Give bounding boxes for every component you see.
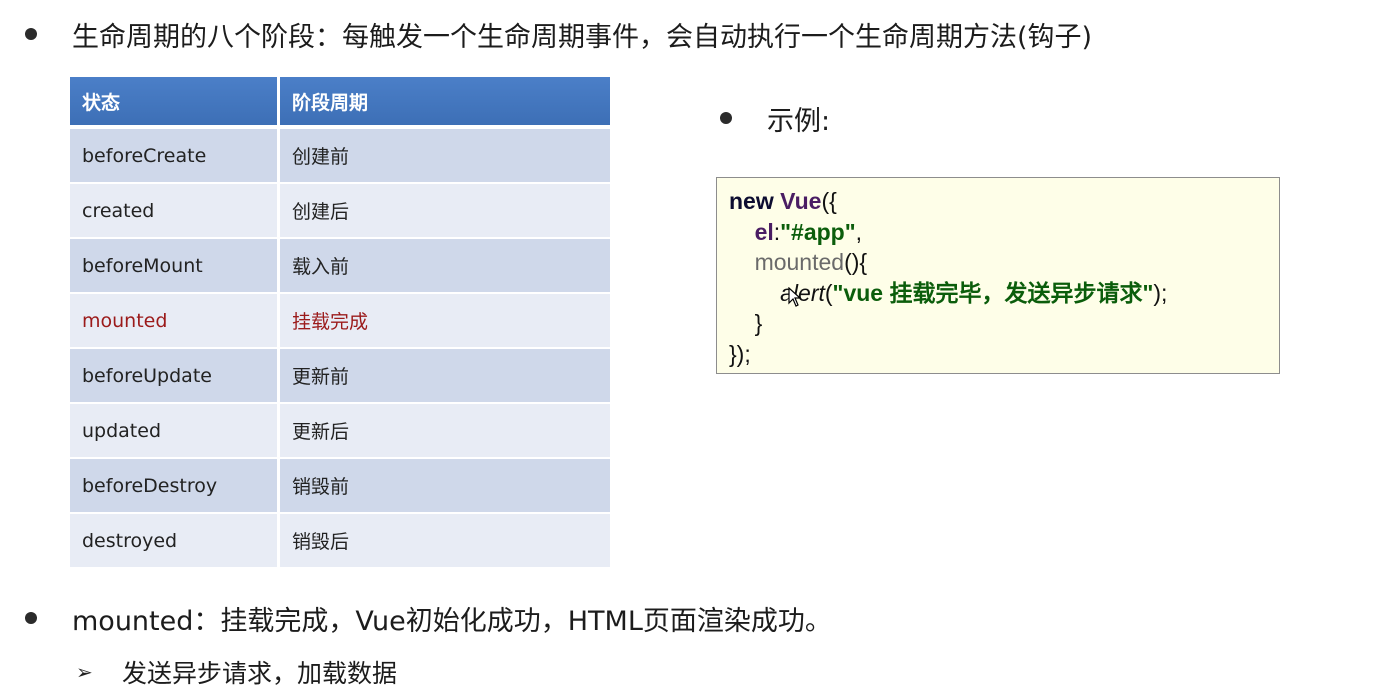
code-punct: (){ [844, 249, 868, 275]
phase-cell: 挂载完成 [280, 294, 610, 349]
mounted-bullet: mounted：挂载完成，Vue初始化成功，HTML页面渲染成功。 [25, 598, 832, 638]
table-row: beforeUpdate 更新前 [70, 349, 610, 404]
state-cell: beforeDestroy [70, 459, 280, 514]
state-cell: destroyed [70, 514, 280, 569]
state-cell: mounted [70, 294, 280, 349]
table-row: beforeCreate 创建前 [70, 129, 610, 184]
lifecycle-table: 状态 阶段周期 beforeCreate 创建前 created 创建后 bef… [70, 77, 610, 569]
code-line-6: }); [729, 339, 1267, 370]
code-punct: ( [824, 279, 833, 306]
bullet-dot-icon [25, 28, 37, 40]
phase-cell: 销毁前 [280, 459, 610, 514]
intro-text: 生命周期的八个阶段：每触发一个生命周期事件，会自动执行一个生命周期方法(钩子) [72, 21, 1093, 53]
phase-cell: 更新后 [280, 404, 610, 459]
table-row: destroyed 销毁后 [70, 514, 610, 569]
code-function: alert [780, 279, 825, 306]
state-cell: beforeCreate [70, 129, 280, 184]
example-label: 示例: [767, 105, 831, 137]
phase-cell: 创建后 [280, 184, 610, 239]
table-row: created 创建后 [70, 184, 610, 239]
code-example: new Vue({ el:"#app", mounted(){ alert("v… [716, 177, 1280, 374]
state-cell: beforeMount [70, 239, 280, 294]
table-row: updated 更新后 [70, 404, 610, 459]
table-row: beforeMount 载入前 [70, 239, 610, 294]
bullet-dot-icon [720, 112, 732, 124]
header-phase: 阶段周期 [280, 77, 610, 129]
arrow-bullet-icon: ➢ [76, 660, 93, 684]
code-punct: , [855, 218, 863, 245]
code-class: Vue [780, 188, 822, 214]
code-punct: } [754, 310, 763, 336]
table-row-highlighted: mounted 挂载完成 [70, 294, 610, 349]
phase-cell: 创建前 [280, 129, 610, 184]
code-line-3: mounted(){ [729, 247, 1267, 278]
sub-note-text: 发送异步请求，加载数据 [122, 659, 398, 688]
code-string: "#app" [780, 218, 856, 245]
state-cell: beforeUpdate [70, 349, 280, 404]
table-row: beforeDestroy 销毁前 [70, 459, 610, 514]
bullet-dot-icon [25, 612, 37, 624]
code-punct: ); [1153, 279, 1168, 306]
code-line-5: } [729, 308, 1267, 339]
state-cell: created [70, 184, 280, 239]
code-line-2: el:"#app", [729, 217, 1267, 248]
mounted-note-text: mounted：挂载完成，Vue初始化成功，HTML页面渲染成功。 [72, 605, 832, 637]
example-bullet: 示例: [720, 98, 830, 138]
phase-cell: 销毁后 [280, 514, 610, 569]
phase-cell: 更新前 [280, 349, 610, 404]
mouse-cursor-icon [788, 287, 802, 307]
header-state: 状态 [70, 77, 280, 129]
code-punct: ({ [821, 188, 837, 214]
code-method: mounted [754, 249, 845, 275]
code-punct: }); [729, 340, 751, 367]
code-line-4: alert("vue 挂载完毕，发送异步请求"); [729, 278, 1267, 309]
slide: 生命周期的八个阶段：每触发一个生命周期事件，会自动执行一个生命周期方法(钩子) … [0, 0, 1391, 699]
code-string: "vue 挂载完毕，发送异步请求" [832, 279, 1154, 306]
sub-bullet: ➢ 发送异步请求，加载数据 [76, 654, 397, 690]
intro-bullet: 生命周期的八个阶段：每触发一个生命周期事件，会自动执行一个生命周期方法(钩子) [25, 14, 1092, 54]
code-line-1: new Vue({ [729, 186, 1267, 217]
code-keyword: new [729, 188, 774, 214]
code-property: el [754, 218, 774, 245]
phase-cell: 载入前 [280, 239, 610, 294]
table-header-row: 状态 阶段周期 [70, 77, 610, 129]
state-cell: updated [70, 404, 280, 459]
